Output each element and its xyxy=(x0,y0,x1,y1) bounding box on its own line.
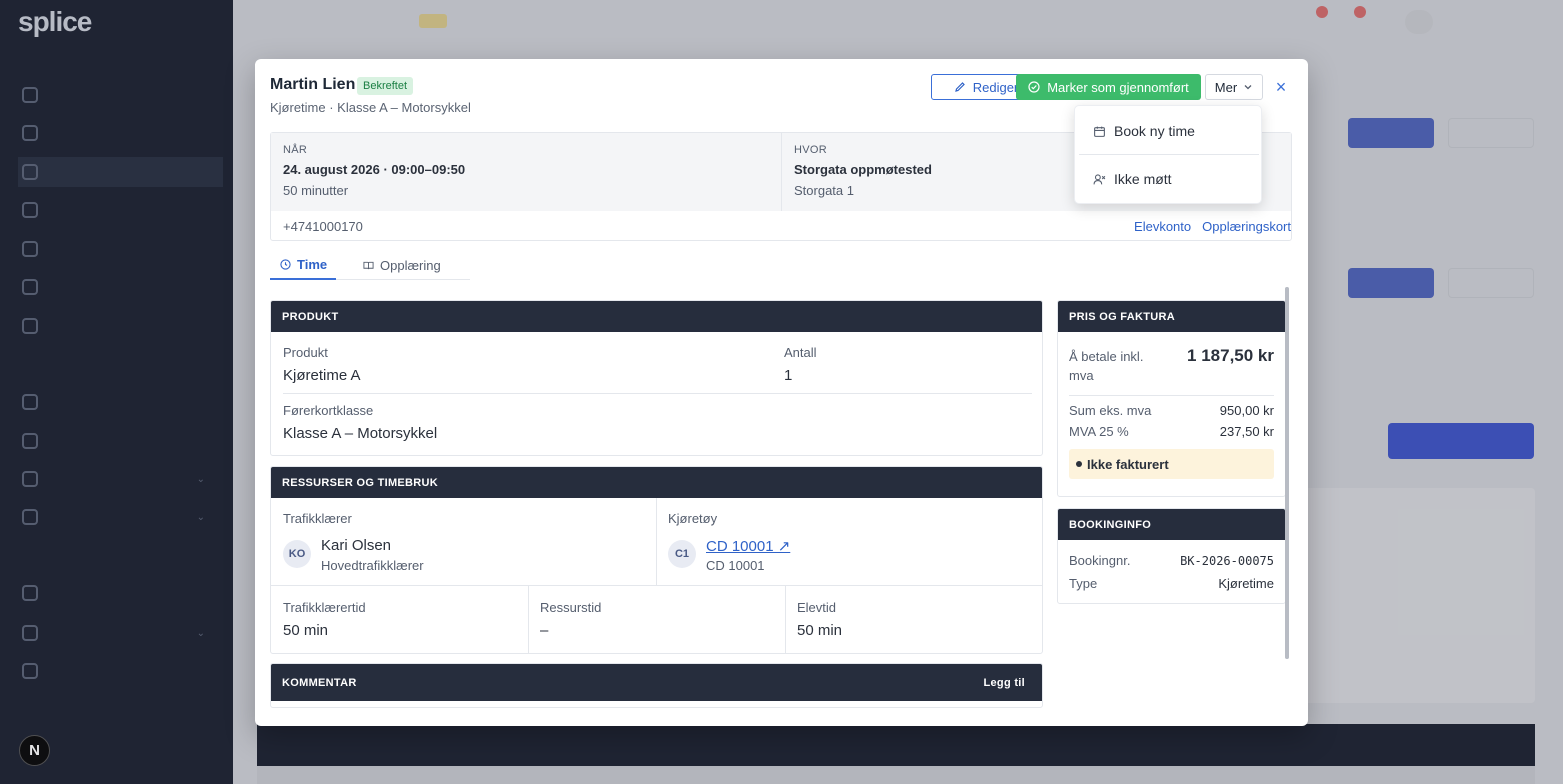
menu-item-no-show[interactable]: Ikke møtt xyxy=(1075,160,1263,198)
calendar-icon xyxy=(1093,125,1106,138)
vehicle-avatar: C1 xyxy=(668,540,696,568)
when-value: 24. august 2026 · 09:00–09:50 xyxy=(283,162,466,177)
student-time-label: Elevtid xyxy=(797,600,837,615)
instructor-name: Kari Olsen xyxy=(321,537,392,554)
booking-subtitle: Kjøretime · Klasse A – Motorsykkel xyxy=(270,100,471,115)
status-badge: Bekreftet xyxy=(357,77,414,95)
status-dot-icon xyxy=(1076,461,1082,467)
student-time-value: 50 min xyxy=(797,622,843,639)
divider xyxy=(528,585,529,653)
vehicle-label: Kjøretøy xyxy=(668,511,718,526)
menu-item-label: Ikke møtt xyxy=(1114,171,1172,187)
resources-header-label: RESSURSER OG TIMEBRUK xyxy=(282,476,439,489)
chevron-down-icon xyxy=(1243,82,1253,92)
phone-number: +4741000170 xyxy=(283,219,363,234)
product-label: Produkt xyxy=(283,345,328,360)
menu-item-book-new[interactable]: Book ny time xyxy=(1075,112,1263,150)
when-label: NÅR xyxy=(283,144,308,156)
tab-time[interactable]: Time xyxy=(270,250,336,280)
when-duration: 50 minutter xyxy=(283,183,349,198)
student-links: Elevkonto Opplæringskort xyxy=(1134,219,1291,234)
more-label: Mer xyxy=(1214,79,1238,95)
tabs: Time Opplæring xyxy=(270,250,451,280)
sum-value: 950,00 kr xyxy=(1219,403,1274,418)
bookinginfo-header-label: BOOKINGINFO xyxy=(1069,518,1152,531)
training-card-link[interactable]: Opplæringskort xyxy=(1202,219,1291,234)
resource-time-label: Ressurstid xyxy=(540,600,602,615)
menu-divider xyxy=(1079,154,1259,155)
check-circle-icon xyxy=(1028,81,1040,93)
user-x-icon xyxy=(1093,173,1106,186)
comment-header-label: KOMMENTAR xyxy=(282,676,357,689)
menu-item-label: Book ny time xyxy=(1114,123,1195,139)
product-header-label: PRODUKT xyxy=(282,310,339,323)
quantity-label: Antall xyxy=(784,345,817,360)
vehicle-sub: CD 10001 xyxy=(706,558,765,573)
tab-time-label: Time xyxy=(297,256,328,272)
quantity-value: 1 xyxy=(784,367,793,384)
instructor-time-label: Trafikklærertid xyxy=(283,600,366,615)
vat-label: MVA 25 % xyxy=(1069,424,1129,439)
product-value: Kjøretime A xyxy=(283,367,361,384)
license-class-value: Klasse A – Motorsykkel xyxy=(283,425,438,442)
invoice-status: Ikke fakturert xyxy=(1069,449,1274,479)
student-account-link[interactable]: Elevkonto xyxy=(1134,219,1191,234)
product-card: PRODUKT Produkt Kjøretime A Antall 1 Før… xyxy=(270,300,1043,456)
vat-value: 237,50 kr xyxy=(1219,424,1274,439)
pencil-icon xyxy=(954,81,966,93)
divider xyxy=(271,585,1042,586)
tab-training[interactable]: Opplæring xyxy=(353,250,451,280)
price-card: PRIS OG FAKTURA Å betale inkl. mva 1 187… xyxy=(1057,300,1286,497)
comment-header: KOMMENTAR Legg til xyxy=(271,664,1042,701)
when-cell: NÅR 24. august 2026 · 09:00–09:50 50 min… xyxy=(271,133,781,211)
resource-time-value: – xyxy=(540,622,549,639)
price-header-label: PRIS OG FAKTURA xyxy=(1069,310,1175,323)
divider xyxy=(785,585,786,653)
instructor-role: Hovedtrafikklærer xyxy=(321,558,424,573)
mark-done-button[interactable]: Marker som gjennomført xyxy=(1016,74,1201,100)
divider xyxy=(283,393,1032,394)
booking-name: Martin Lien xyxy=(270,76,356,93)
book-icon xyxy=(363,260,374,271)
to-pay-value: 1 187,50 kr xyxy=(1187,346,1274,365)
more-button[interactable]: Mer xyxy=(1205,74,1263,100)
instructor-label: Trafikklærer xyxy=(283,511,352,526)
tab-training-label: Opplæring xyxy=(380,257,441,273)
license-class-label: Førerkortklasse xyxy=(283,403,374,418)
instructor-avatar: KO xyxy=(283,540,311,568)
clock-icon xyxy=(280,258,291,270)
edit-label: Rediger xyxy=(972,79,1019,95)
booking-type-value: Kjøretime xyxy=(1218,576,1274,591)
price-header: PRIS OG FAKTURA xyxy=(1058,301,1285,332)
booking-type-label: Type xyxy=(1069,576,1098,591)
invoice-status-label: Ikke fakturert xyxy=(1087,456,1169,472)
booking-number-label: Bookingnr. xyxy=(1069,553,1131,568)
resources-card: RESSURSER OG TIMEBRUK Trafikklærer KO Ka… xyxy=(270,466,1043,654)
bookinginfo-card: BOOKINGINFO Bookingnr. BK-2026-00075 Typ… xyxy=(1057,508,1286,604)
product-header: PRODUKT xyxy=(271,301,1042,332)
mark-done-label: Marker som gjennomført xyxy=(1047,79,1189,95)
booking-number-value: BK-2026-00075 xyxy=(1180,554,1274,568)
close-icon[interactable]: × xyxy=(1272,77,1290,97)
sum-label: Sum eks. mva xyxy=(1069,403,1152,418)
instructor-time-value: 50 min xyxy=(283,622,329,639)
divider xyxy=(656,498,657,585)
vehicle-link[interactable]: CD 10001 ↗ xyxy=(706,537,790,555)
scrollbar-thumb[interactable] xyxy=(1285,287,1289,659)
resources-header: RESSURSER OG TIMEBRUK xyxy=(271,467,1042,498)
divider xyxy=(1069,395,1274,396)
comment-card: KOMMENTAR Legg til xyxy=(270,663,1043,708)
add-comment-button[interactable]: Legg til xyxy=(977,671,1031,694)
bookinginfo-header: BOOKINGINFO xyxy=(1058,509,1285,540)
to-pay-label: Å betale inkl. mva xyxy=(1069,349,1144,383)
more-dropdown-menu: Book ny time Ikke møtt xyxy=(1074,105,1262,204)
